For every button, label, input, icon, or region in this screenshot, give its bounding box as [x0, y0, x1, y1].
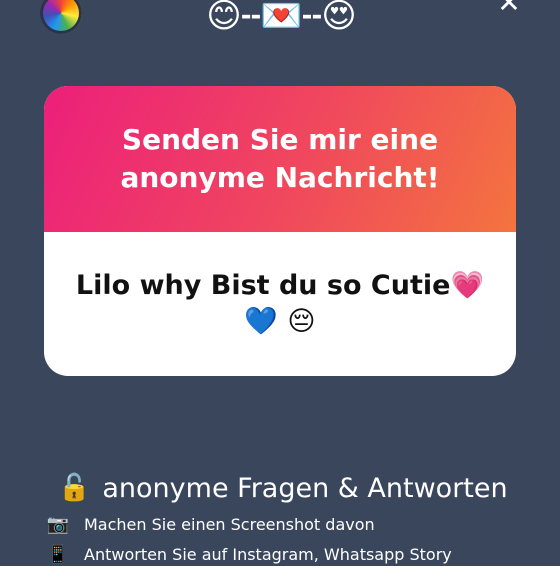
- feature-heading: 🔓 anonyme Fragen & Antworten: [58, 468, 508, 508]
- feature-heading-label: anonyme Fragen & Antworten: [102, 472, 508, 504]
- heart-eyes-emoji-icon: 😍: [321, 0, 356, 36]
- dash-separator: --: [240, 1, 262, 31]
- smile-emoji-icon: 😊: [206, 0, 241, 36]
- emoji-header: 😊 -- 💌 -- 😍: [166, 0, 396, 38]
- close-icon[interactable]: ✕: [496, 0, 522, 17]
- feature-item-label: Machen Sie einen Screenshot davon: [84, 514, 375, 534]
- dash-separator: --: [301, 1, 323, 31]
- feature-item-label: Antworten Sie auf Instagram, Whatsapp St…: [84, 544, 452, 564]
- message-card: Senden Sie mir eine anonyme Nachricht! L…: [44, 86, 516, 376]
- card-title: Senden Sie mir eine anonyme Nachricht!: [120, 123, 440, 194]
- card-header: Senden Sie mir eine anonyme Nachricht!: [44, 86, 516, 232]
- feature-item-share: 📱 Antworten Sie auf Instagram, Whatsapp …: [44, 542, 452, 566]
- phone-icon: 📱: [46, 543, 70, 565]
- camera-icon: 📷: [46, 513, 70, 535]
- color-wheel-icon[interactable]: [40, 0, 82, 34]
- card-body: Lilo why Bist du so Cutie💗💙 😔: [44, 232, 516, 376]
- feature-item-screenshot: 📷 Machen Sie einen Screenshot davon: [44, 512, 375, 536]
- message-text: Lilo why Bist du so Cutie💗💙 😔: [75, 270, 485, 337]
- unlock-icon: 🔓: [58, 473, 91, 503]
- top-bar: 😊 -- 💌 -- 😍 ✕: [0, 0, 560, 42]
- love-letter-emoji-icon: 💌: [260, 0, 302, 36]
